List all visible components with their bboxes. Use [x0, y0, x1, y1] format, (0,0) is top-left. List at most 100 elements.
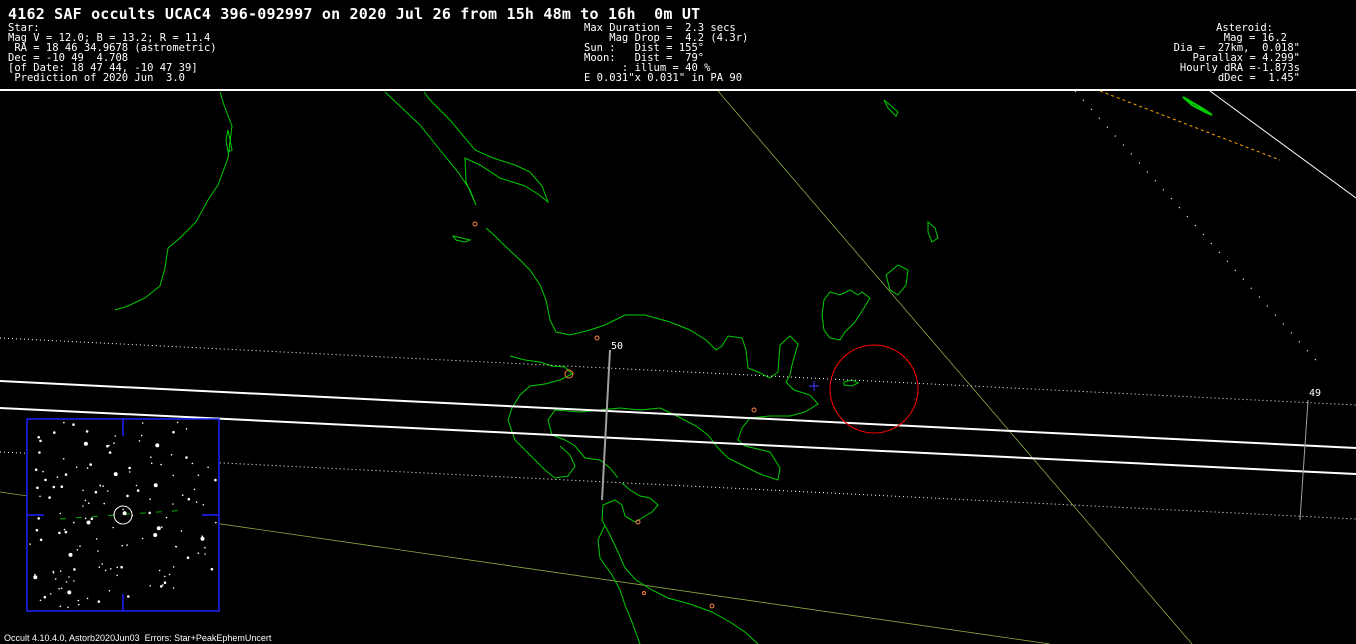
star-dot	[108, 451, 112, 454]
star-dot	[204, 546, 206, 549]
star-dot	[59, 605, 62, 608]
star-dot	[39, 599, 42, 602]
star-dot	[168, 573, 171, 576]
star-dot	[127, 595, 130, 598]
star-dot	[44, 478, 47, 482]
star-dot	[112, 526, 114, 529]
star-dot	[79, 545, 81, 547]
star-dot	[126, 494, 129, 498]
islet-2	[927, 220, 939, 243]
star-dot	[37, 436, 40, 439]
star-dot	[116, 566, 119, 569]
longitude-grid-line	[717, 90, 1193, 644]
star-dot	[89, 463, 92, 466]
islet-4	[451, 235, 472, 243]
star-dot	[156, 526, 161, 531]
star-dot	[172, 430, 175, 434]
star-dot	[113, 442, 115, 444]
time-tick-label: 50	[611, 341, 623, 352]
star-dot	[159, 585, 163, 588]
star-dot	[122, 508, 124, 511]
site-marker	[642, 591, 646, 595]
star-dot	[158, 569, 161, 572]
error-limit-north	[0, 337, 1356, 406]
star-dot	[172, 503, 174, 505]
star-dot	[76, 549, 79, 551]
star-dot	[86, 520, 91, 525]
star-dot	[148, 511, 151, 515]
star-dot	[86, 597, 89, 600]
star-dot	[197, 552, 200, 554]
star-dot	[138, 440, 141, 442]
star-dot	[29, 543, 31, 545]
star-dot	[77, 599, 80, 602]
site-marker	[709, 603, 715, 609]
star-dot	[82, 505, 84, 507]
star-chart-inset	[26, 418, 220, 612]
star-dot	[135, 484, 138, 487]
star-dot	[65, 581, 68, 583]
star-dot	[186, 556, 190, 559]
star-dot	[202, 504, 205, 506]
star-dot	[48, 496, 51, 499]
star-dot	[98, 566, 101, 568]
star-dot	[141, 537, 144, 540]
star-dot	[121, 544, 123, 547]
coastline-group	[114, 91, 1213, 644]
star-dot	[64, 473, 68, 476]
star-dot	[34, 468, 38, 472]
star-dot	[53, 431, 56, 434]
star-dot	[39, 439, 42, 443]
star-dot	[122, 511, 127, 516]
star-dot	[128, 466, 131, 470]
star-dot	[215, 521, 217, 524]
star-dot	[195, 501, 198, 503]
star-dot	[185, 456, 188, 459]
star-dot	[62, 458, 65, 460]
star-dot	[150, 456, 152, 459]
star-dot	[164, 575, 166, 578]
ground-track-map: 50 49	[0, 90, 1356, 644]
star-dot	[181, 494, 184, 496]
star-dot	[52, 570, 55, 573]
star-dot	[172, 587, 175, 589]
star-dot	[34, 573, 36, 576]
site-markers	[472, 221, 757, 609]
star-dot	[95, 538, 98, 540]
star-dot	[163, 581, 167, 584]
star-dot	[103, 502, 105, 505]
star-dot	[191, 462, 194, 465]
star-dot	[60, 587, 63, 590]
coastline-south	[601, 482, 759, 644]
coastline-west	[114, 91, 233, 311]
star-dot	[106, 444, 109, 448]
horizon-limit-line	[1209, 90, 1356, 199]
star-dot	[54, 578, 57, 580]
star-dot	[39, 495, 41, 498]
star-dot	[75, 466, 78, 469]
star-dot	[149, 498, 151, 500]
star-dot	[109, 568, 112, 570]
star-dot	[84, 517, 87, 520]
star-dot	[68, 552, 73, 557]
star-dot	[176, 421, 179, 424]
star-dot	[207, 466, 209, 469]
star-dot	[114, 435, 116, 437]
star-dot	[85, 430, 89, 433]
star-dot	[82, 489, 84, 492]
star-dot	[84, 499, 87, 502]
star-dot	[97, 550, 99, 552]
star-dot	[90, 517, 94, 521]
star-dot	[99, 484, 102, 487]
coastline-north	[384, 91, 550, 206]
star-dot	[126, 544, 128, 546]
star-dot	[37, 517, 40, 520]
star-dot	[59, 570, 62, 572]
star-dot	[131, 514, 133, 517]
star-dot	[43, 595, 47, 599]
star-dot	[97, 600, 101, 603]
star-dot	[104, 569, 107, 572]
coastline-main-island	[485, 227, 819, 481]
software-footer: Occult 4.10.4.0, Astorb2020Jun03 Errors:…	[4, 633, 272, 643]
star-dot	[83, 441, 88, 446]
